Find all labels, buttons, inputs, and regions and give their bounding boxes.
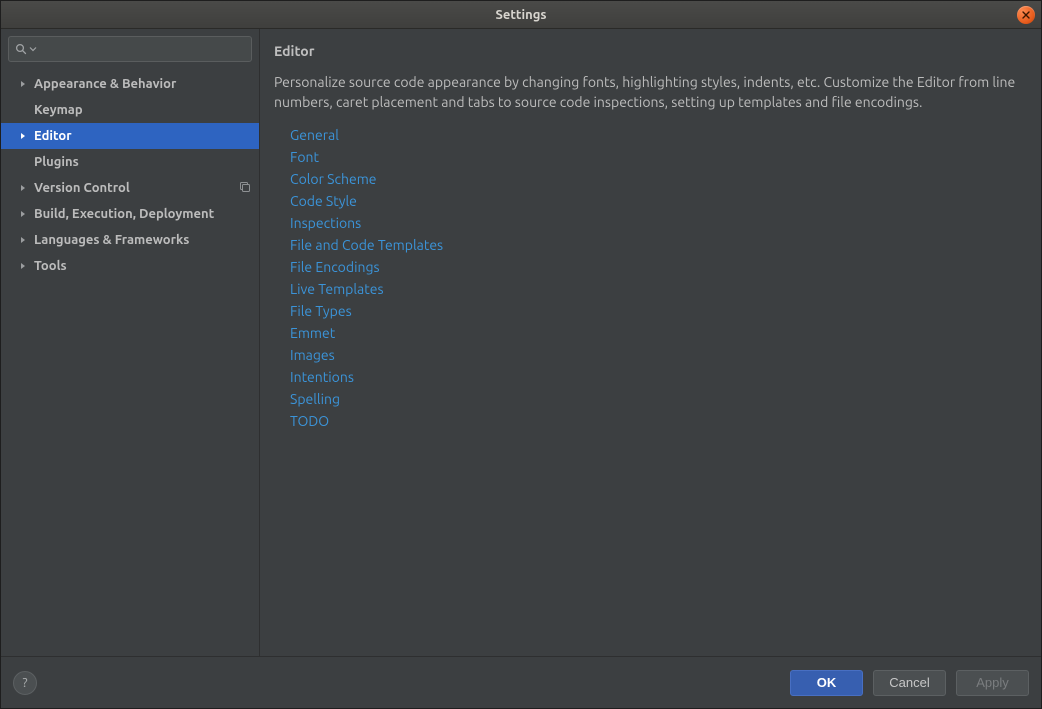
search-wrap: [1, 29, 259, 69]
link-file-encodings[interactable]: File Encodings: [290, 256, 1023, 278]
search-icon: [15, 43, 27, 55]
titlebar: Settings: [1, 1, 1041, 29]
link-font[interactable]: Font: [290, 146, 1023, 168]
link-inspections[interactable]: Inspections: [290, 212, 1023, 234]
page-title: Editor: [274, 43, 1023, 59]
cancel-button[interactable]: Cancel: [873, 670, 946, 696]
sidebar-item-build-execution-deployment[interactable]: Build, Execution, Deployment: [1, 201, 259, 227]
apply-button[interactable]: Apply: [956, 670, 1029, 696]
sidebar: Appearance & Behavior Keymap Editor Plugins…: [1, 29, 260, 656]
window-close-button[interactable]: [1017, 6, 1035, 24]
link-live-templates[interactable]: Live Templates: [290, 278, 1023, 300]
expand-arrow-icon: [16, 236, 30, 244]
expand-arrow-icon: [16, 184, 30, 192]
settings-tree: Appearance & Behavior Keymap Editor Plugins…: [1, 69, 259, 656]
link-code-style[interactable]: Code Style: [290, 190, 1023, 212]
settings-window: Settings Appearance & BehaviorKeymapE: [0, 0, 1042, 709]
link-emmet[interactable]: Emmet: [290, 322, 1023, 344]
link-todo[interactable]: TODO: [290, 410, 1023, 432]
sidebar-item-label: Editor: [34, 129, 72, 143]
link-file-types[interactable]: File Types: [290, 300, 1023, 322]
link-file-and-code-templates[interactable]: File and Code Templates: [290, 234, 1023, 256]
sidebar-item-label: Build, Execution, Deployment: [34, 207, 214, 221]
window-title: Settings: [495, 8, 546, 22]
expand-arrow-icon: [16, 132, 30, 140]
sidebar-item-version-control[interactable]: Version Control: [1, 175, 259, 201]
sidebar-item-languages-frameworks[interactable]: Languages & Frameworks: [1, 227, 259, 253]
ok-label: OK: [817, 675, 837, 690]
cancel-label: Cancel: [889, 675, 929, 690]
chevron-down-icon: [29, 45, 37, 53]
sidebar-item-label: Tools: [34, 259, 67, 273]
sidebar-item-label: Keymap: [34, 103, 83, 117]
subpage-links: GeneralFontColor SchemeCode StyleInspect…: [274, 124, 1023, 432]
expand-arrow-icon: [16, 262, 30, 270]
dialog-body: Appearance & Behavior Keymap Editor Plugins…: [1, 29, 1041, 656]
link-intentions[interactable]: Intentions: [290, 366, 1023, 388]
search-field[interactable]: [8, 36, 252, 62]
expand-arrow-icon: [16, 106, 30, 114]
ok-button[interactable]: OK: [790, 670, 863, 696]
help-button[interactable]: ?: [13, 671, 37, 695]
sidebar-item-label: Appearance & Behavior: [34, 77, 176, 91]
sidebar-item-label: Languages & Frameworks: [34, 233, 189, 247]
link-images[interactable]: Images: [290, 344, 1023, 366]
apply-label: Apply: [976, 675, 1009, 690]
sidebar-item-appearance-behavior[interactable]: Appearance & Behavior: [1, 71, 259, 97]
expand-arrow-icon: [16, 158, 30, 166]
link-general[interactable]: General: [290, 124, 1023, 146]
page-description: Personalize source code appearance by ch…: [274, 73, 1023, 112]
sidebar-item-label: Plugins: [34, 155, 79, 169]
sidebar-item-tools[interactable]: Tools: [1, 253, 259, 279]
expand-arrow-icon: [16, 80, 30, 88]
sidebar-item-keymap[interactable]: Keymap: [1, 97, 259, 123]
sidebar-item-plugins[interactable]: Plugins: [1, 149, 259, 175]
content-panel: Editor Personalize source code appearanc…: [260, 29, 1041, 656]
sidebar-item-editor[interactable]: Editor: [1, 123, 259, 149]
close-icon: [1022, 11, 1030, 19]
expand-arrow-icon: [16, 210, 30, 218]
dialog-footer: ? OK Cancel Apply: [1, 656, 1041, 708]
search-input[interactable]: [41, 42, 245, 57]
sidebar-item-label: Version Control: [34, 181, 130, 195]
link-color-scheme[interactable]: Color Scheme: [290, 168, 1023, 190]
link-spelling[interactable]: Spelling: [290, 388, 1023, 410]
project-badge-icon: [239, 181, 251, 196]
help-icon: ?: [22, 676, 27, 690]
content-inner: Editor Personalize source code appearanc…: [260, 29, 1041, 656]
